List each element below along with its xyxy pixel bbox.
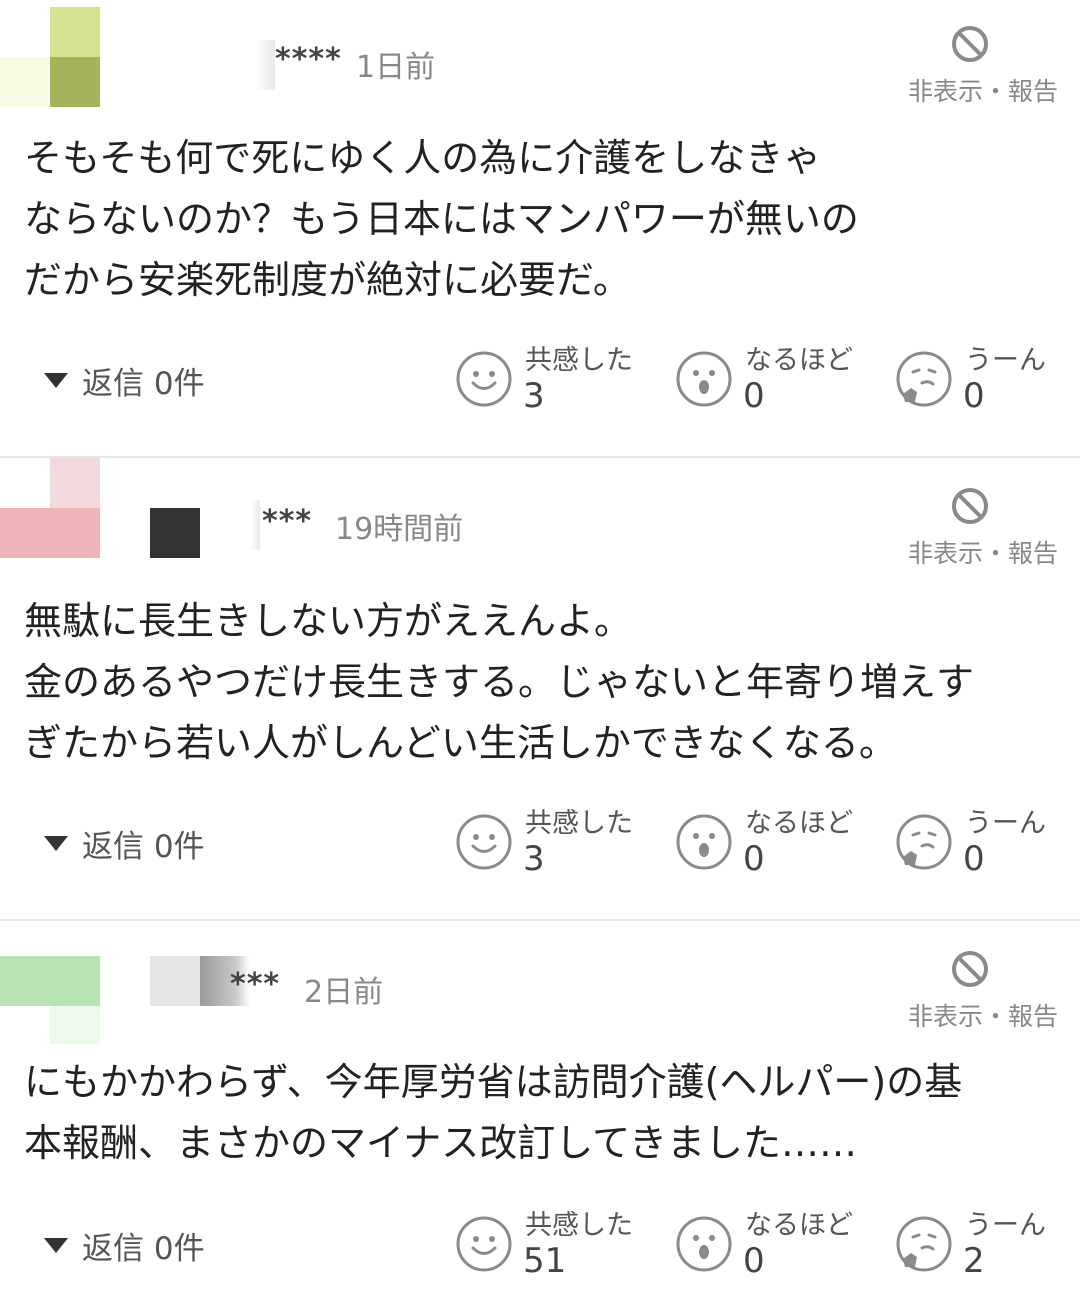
reaction-label: 共感した: [525, 1210, 633, 1241]
reply-count-label: 返信 0件: [82, 1231, 205, 1267]
smile-face-icon: [456, 814, 512, 870]
reaction-count: 0: [743, 376, 765, 416]
reaction-label: うーん: [965, 1210, 1046, 1241]
reaction-uun[interactable]: うーん 0: [895, 338, 1080, 418]
reaction-empathy[interactable]: 共感した 3: [455, 338, 665, 418]
avatar[interactable]: [0, 956, 100, 1056]
reply-toggle[interactable]: 返信 0件: [44, 1223, 205, 1267]
surprised-face-icon: [676, 351, 732, 407]
caret-down-icon: [44, 373, 68, 388]
reaction-uun[interactable]: うーん 0: [895, 801, 1080, 881]
hide-report-label: 非表示・報告: [907, 539, 1058, 568]
comment-card: **** 1日前 非表示・報告 そもそも何で死にゆく人の為に介護をしなきゃ なら…: [0, 0, 1080, 455]
block-icon: [952, 488, 988, 524]
reaction-count: 0: [963, 376, 985, 416]
block-icon: [952, 951, 988, 987]
comment-card: *** 19時間前 非表示・報告 無駄に長生きしない方がええんよ。 金のあるやつ…: [0, 458, 1080, 918]
reply-toggle[interactable]: 返信 0件: [44, 358, 205, 402]
reaction-label: 共感した: [525, 808, 633, 839]
reaction-label: なるほど: [745, 808, 853, 839]
timestamp: 1日前: [356, 50, 436, 85]
comment-body: 無駄に長生きしない方がええんよ。 金のあるやつだけ長生きする。じゃないと年寄り増…: [24, 599, 975, 765]
reply-toggle[interactable]: 返信 0件: [44, 821, 205, 865]
thinking-face-icon: [896, 351, 952, 407]
hide-report-button[interactable]: 非表示・報告: [888, 486, 1058, 576]
thinking-face-icon: [896, 1216, 952, 1272]
reaction-naruhodo[interactable]: なるほど 0: [675, 1203, 885, 1283]
timestamp: 19時間前: [335, 512, 464, 547]
reaction-count: 0: [743, 1241, 765, 1281]
username[interactable]: ****: [275, 42, 342, 77]
hide-report-label: 非表示・報告: [907, 1002, 1058, 1031]
surprised-face-icon: [676, 814, 732, 870]
username-blur: [150, 956, 200, 1006]
reaction-label: 共感した: [525, 345, 633, 376]
surprised-face-icon: [676, 1216, 732, 1272]
timestamp: 2日前: [304, 975, 384, 1010]
thinking-face-icon: [896, 814, 952, 870]
reaction-count: 3: [523, 839, 545, 879]
username[interactable]: ***: [262, 504, 312, 539]
username-blur: [150, 508, 200, 558]
reaction-label: うーん: [965, 345, 1046, 376]
smile-face-icon: [456, 351, 512, 407]
smile-face-icon: [456, 1216, 512, 1272]
username-blur: [250, 500, 260, 550]
reaction-naruhodo[interactable]: なるほど 0: [675, 338, 885, 418]
reaction-count: 3: [523, 376, 545, 416]
hide-report-button[interactable]: 非表示・報告: [888, 24, 1058, 114]
reply-count-label: 返信 0件: [82, 366, 205, 402]
avatar[interactable]: [0, 458, 100, 558]
comment-body: そもそも何で死にゆく人の為に介護をしなきゃ ならないのか？もう日本にはマンパワー…: [24, 136, 859, 302]
reaction-naruhodo[interactable]: なるほど 0: [675, 801, 885, 881]
hide-report-label: 非表示・報告: [907, 77, 1058, 106]
reaction-count: 51: [523, 1241, 567, 1281]
reply-count-label: 返信 0件: [82, 829, 205, 865]
username-blur: [255, 40, 275, 90]
reaction-count: 0: [963, 839, 985, 879]
reaction-empathy[interactable]: 共感した 3: [455, 801, 665, 881]
avatar[interactable]: [0, 7, 100, 107]
block-icon: [952, 26, 988, 62]
reaction-count: 2: [963, 1241, 985, 1281]
reaction-empathy[interactable]: 共感した 51: [455, 1203, 665, 1283]
hide-report-button[interactable]: 非表示・報告: [888, 949, 1058, 1039]
comment-body: にもかかわらず、今年厚労省は訪問介護(ヘルパー)の基 本報酬、まさかのマイナス改…: [24, 1060, 963, 1165]
caret-down-icon: [44, 836, 68, 851]
reaction-label: なるほど: [745, 1210, 853, 1241]
caret-down-icon: [44, 1238, 68, 1253]
reaction-uun[interactable]: うーん 2: [895, 1203, 1080, 1283]
username[interactable]: ***: [230, 967, 280, 1002]
comment-card: *** 2日前 非表示・報告 にもかかわらず、今年厚労省は訪問介護(ヘルパー)の…: [0, 921, 1080, 1307]
reaction-label: なるほど: [745, 345, 853, 376]
reaction-count: 0: [743, 839, 765, 879]
reaction-label: うーん: [965, 808, 1046, 839]
